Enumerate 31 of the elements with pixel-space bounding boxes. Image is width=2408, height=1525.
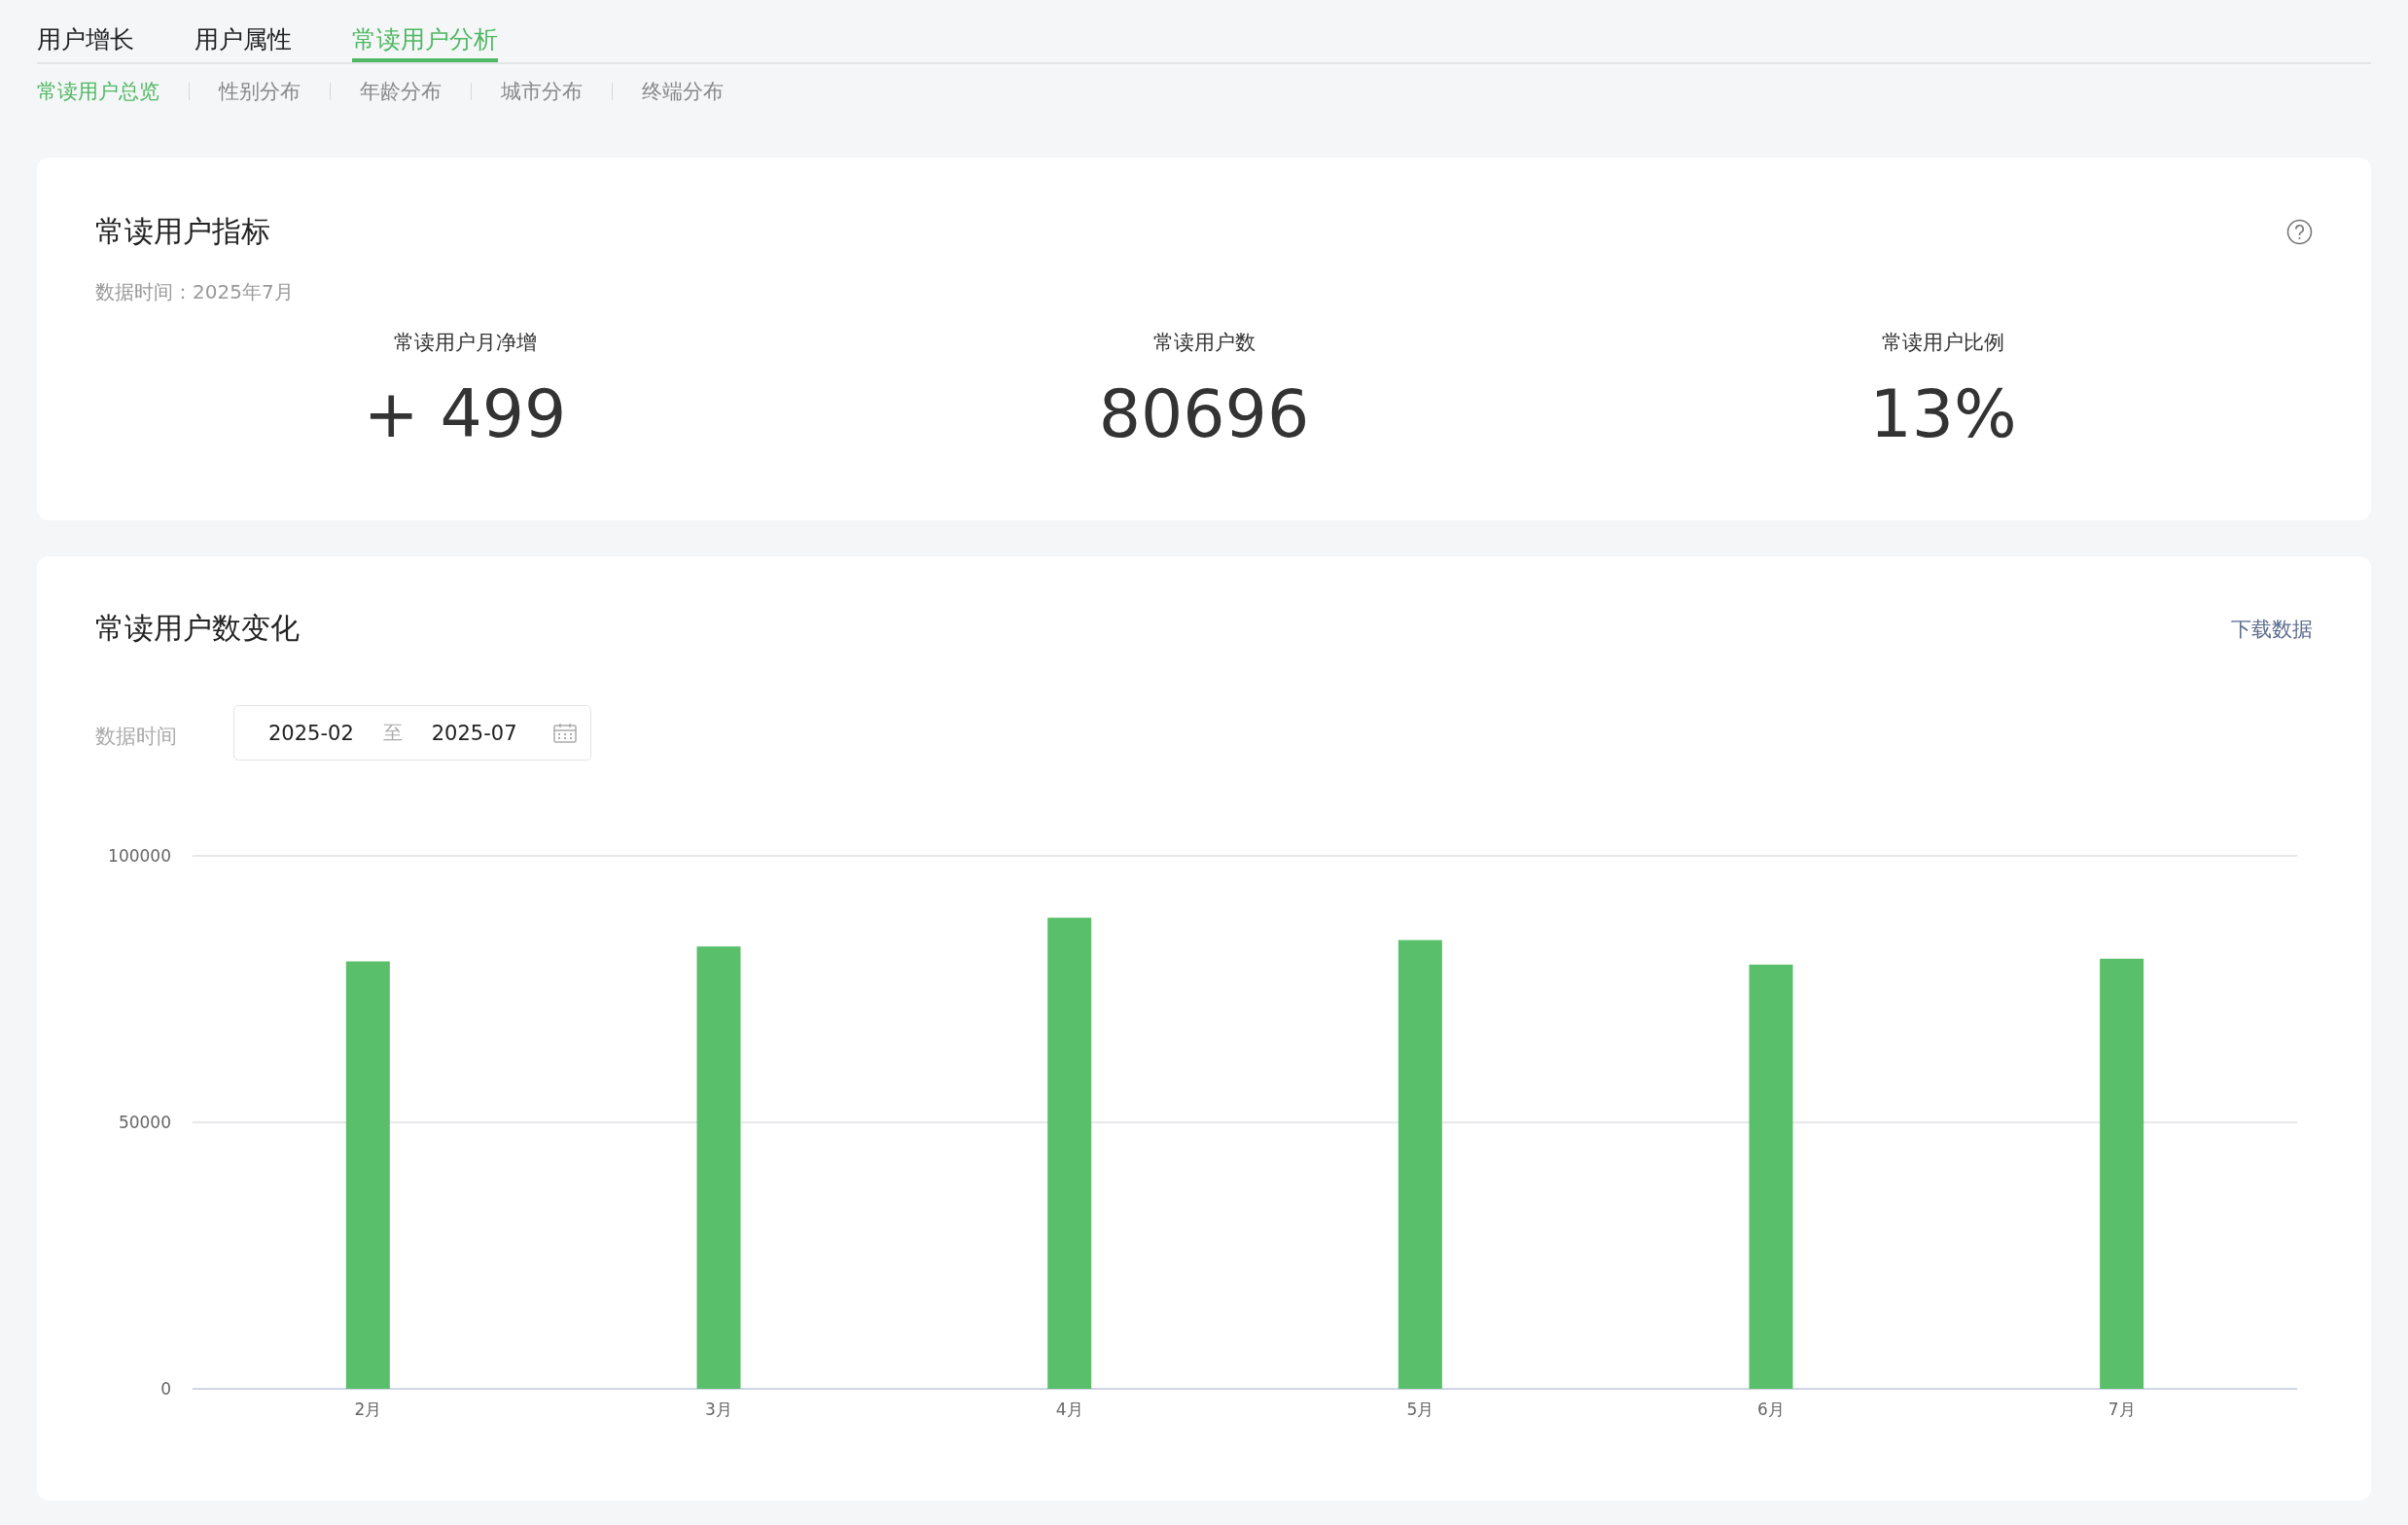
sub-tab[interactable]: 常读用户总览 [37, 78, 159, 105]
x-axis-label: 3月 [705, 1400, 732, 1419]
metric-value: 13% [1869, 381, 2017, 447]
date-label: 数据时间 [95, 723, 177, 750]
data-time-text: 数据时间：2025年7月 [95, 279, 295, 305]
x-axis-label: 7月 [2107, 1400, 2136, 1419]
nav-tab[interactable]: 常读用户分析 [352, 19, 498, 62]
y-axis-label: 100000 [108, 846, 171, 866]
metric-value: 80696 [1098, 381, 1310, 447]
download-data-link[interactable]: 下载数据 [2231, 615, 2313, 643]
nav-tab[interactable]: 用户增长 [37, 19, 134, 62]
sub-tab[interactable]: 城市分布 [501, 78, 583, 105]
metric-label: 常读用户月净增 [393, 330, 537, 356]
metric-label: 常读用户比例 [1882, 330, 2004, 356]
card-title: 常读用户指标 [95, 213, 270, 250]
sub-tab[interactable]: 年龄分布 [360, 78, 442, 105]
date-range-picker[interactable]: 2025-02 至 2025-07 [233, 705, 591, 761]
help-icon[interactable] [2286, 219, 2313, 245]
sub-tab[interactable]: 终端分布 [642, 78, 724, 105]
x-axis-label: 2月 [354, 1400, 382, 1419]
y-axis-label: 50000 [118, 1113, 171, 1132]
calendar-icon [553, 723, 577, 743]
card-title: 常读用户数变化 [95, 610, 300, 647]
x-axis-label: 4月 [1055, 1400, 1083, 1419]
sub-tab[interactable]: 性别分布 [219, 78, 301, 105]
x-axis-label: 5月 [1406, 1400, 1434, 1419]
y-axis-label: 0 [160, 1379, 171, 1399]
metric-value: + 499 [363, 381, 567, 447]
metric-label: 常读用户数 [1152, 330, 1256, 356]
nav-tab[interactable]: 用户属性 [195, 19, 292, 62]
x-axis-label: 6月 [1757, 1400, 1785, 1419]
